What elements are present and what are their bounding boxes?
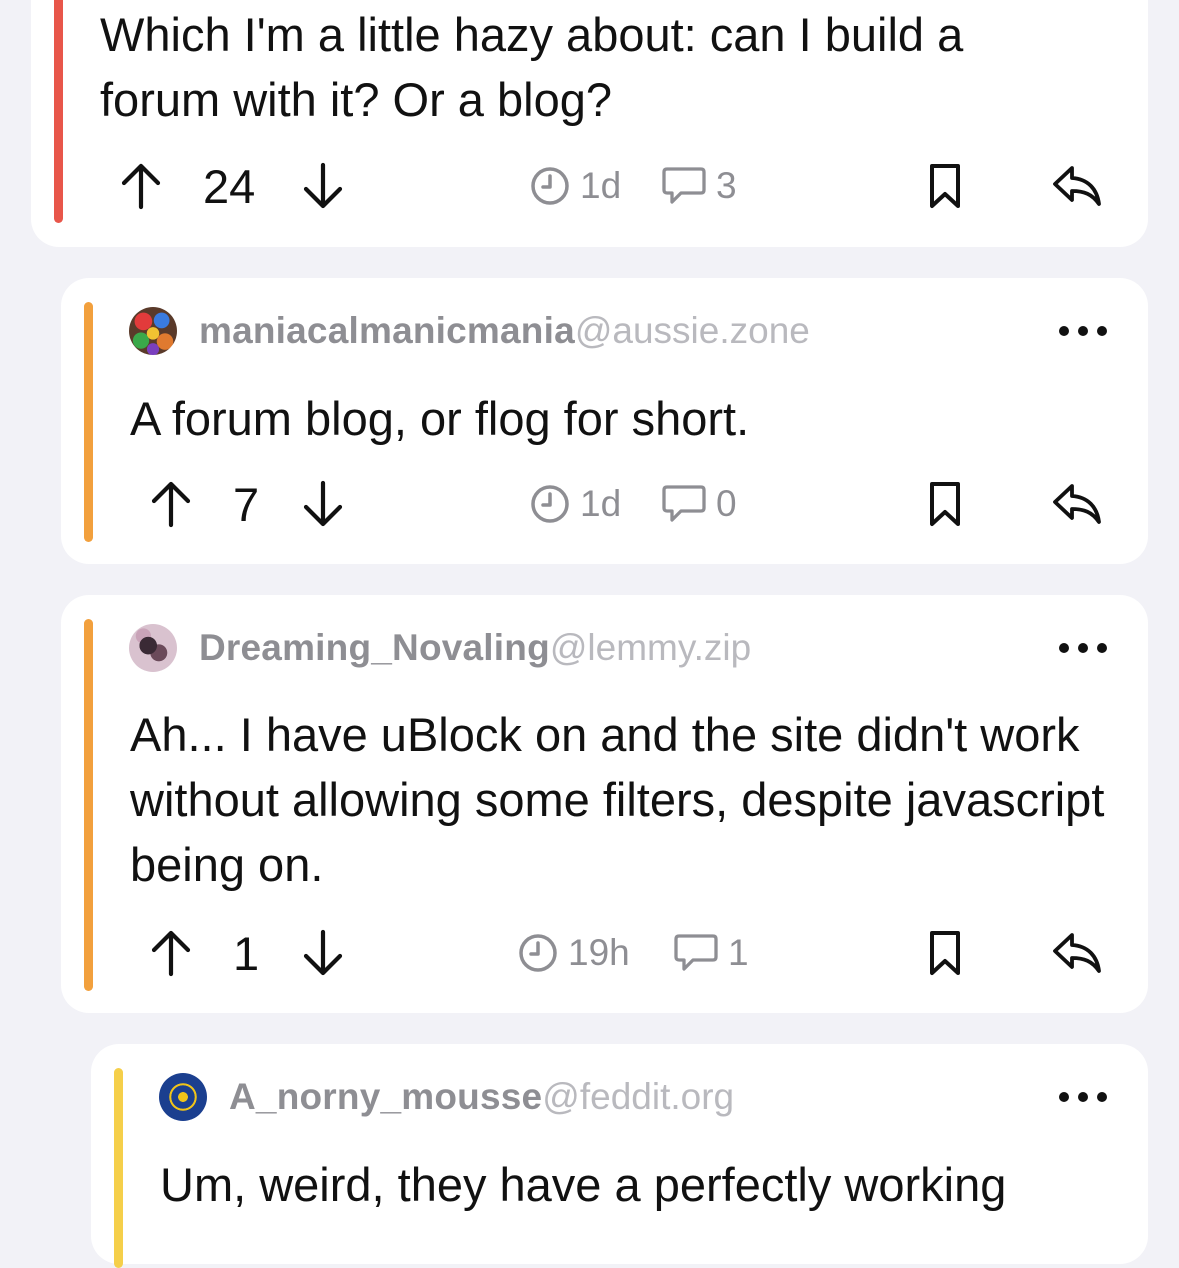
arrow-up-icon: [151, 481, 191, 528]
comment-header: maniacalmanicmania @aussie.zone: [129, 305, 810, 357]
bookmark-icon: [930, 931, 960, 975]
speech-bubble-icon: [673, 923, 719, 983]
arrow-down-icon: [303, 162, 343, 209]
bookmark-icon: [930, 164, 960, 208]
more-options-button[interactable]: [1059, 643, 1107, 653]
reply-count: 0: [716, 483, 737, 524]
arrow-up-icon: [151, 930, 191, 977]
comment-body: A forum blog, or flog for short.: [130, 392, 750, 445]
speech-bubble-icon: [661, 474, 707, 534]
avatar[interactable]: [159, 1073, 207, 1121]
reply-icon: [1053, 166, 1101, 206]
username[interactable]: maniacalmanicmania: [199, 310, 575, 352]
comment-card: A_norny_mousse @feddit.org Um, weird, the…: [91, 1044, 1148, 1268]
arrow-down-icon: [303, 929, 343, 976]
downvote-button[interactable]: [301, 923, 345, 983]
downvote-button[interactable]: [301, 156, 345, 216]
avatar[interactable]: [129, 307, 177, 355]
reply-button[interactable]: [1052, 923, 1102, 983]
comment-header: A_norny_mousse @feddit.org: [159, 1071, 734, 1123]
bookmark-icon: [930, 482, 960, 526]
comment-age: 1d: [580, 483, 622, 524]
username[interactable]: A_norny_mousse: [229, 1076, 542, 1118]
reply-icon: [1053, 484, 1101, 524]
upvote-button[interactable]: [149, 474, 193, 534]
score: 1: [233, 926, 260, 980]
comment-card: Dreaming_Novaling @lemmy.zip Ah... I have…: [61, 595, 1148, 1013]
reply-count: 1: [728, 932, 749, 973]
comment-actions: 24 1d 3: [31, 156, 1148, 216]
save-button[interactable]: [928, 923, 962, 983]
upvote-button[interactable]: [149, 923, 193, 983]
comment-age: 1d: [580, 165, 622, 206]
instance: @lemmy.zip: [549, 627, 752, 668]
clock-icon: [518, 923, 558, 983]
more-options-button[interactable]: [1059, 1092, 1107, 1102]
more-options-button[interactable]: [1059, 326, 1107, 336]
instance: @aussie.zone: [574, 310, 810, 351]
thread-depth-bar: [114, 1068, 123, 1268]
instance: @feddit.org: [542, 1076, 735, 1117]
reply-count: 3: [716, 165, 737, 206]
arrow-down-icon: [303, 480, 343, 527]
save-button[interactable]: [928, 474, 962, 534]
comment-body: Ah... I have uBlock on and the site didn…: [130, 708, 1105, 891]
upvote-button[interactable]: [119, 156, 163, 216]
score: 7: [233, 477, 260, 531]
clock-icon: [530, 156, 570, 216]
comment-card: maniacalmanicmania @aussie.zone A forum b…: [61, 278, 1148, 564]
comment-actions: 7 1d 0: [61, 474, 1148, 534]
clock-icon: [530, 474, 570, 534]
comment-age: 19h: [568, 932, 630, 973]
arrow-up-icon: [121, 163, 161, 210]
username[interactable]: Dreaming_Novaling: [199, 627, 550, 669]
comment-header: Dreaming_Novaling @lemmy.zip: [129, 622, 751, 674]
comment-body: Which I'm a little hazy about: can I bui…: [100, 8, 964, 126]
reply-button[interactable]: [1052, 156, 1102, 216]
save-button[interactable]: [928, 156, 962, 216]
reply-icon: [1053, 933, 1101, 973]
avatar[interactable]: [129, 624, 177, 672]
comment-actions: 1 19h 1: [61, 923, 1148, 983]
comment-body: Um, weird, they have a perfectly working: [160, 1158, 1007, 1211]
comment-card: Which I'm a little hazy about: can I bui…: [31, 0, 1148, 247]
reply-button[interactable]: [1052, 474, 1102, 534]
speech-bubble-icon: [661, 156, 707, 216]
downvote-button[interactable]: [301, 474, 345, 534]
score: 24: [203, 159, 256, 213]
